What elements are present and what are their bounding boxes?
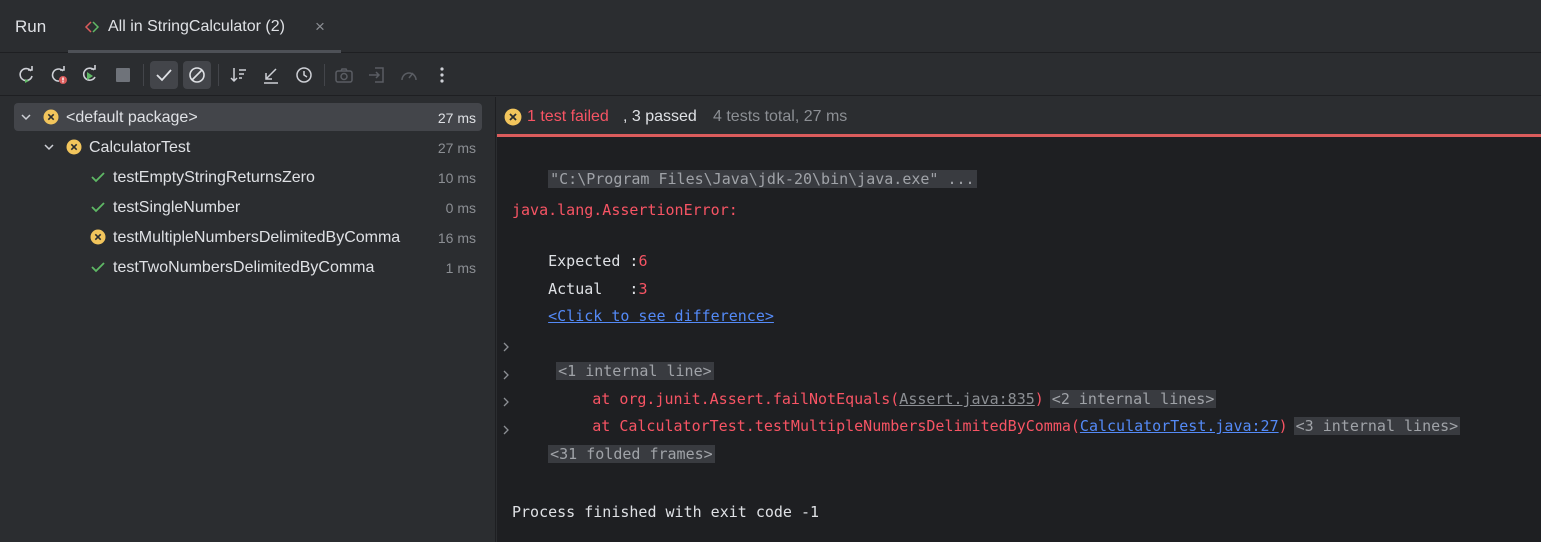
test-tree: <default package> 27 ms CalculatorTest 2…: [0, 97, 496, 542]
command-line[interactable]: "C:\Program Files\Java\jdk-20\bin\java.e…: [512, 143, 977, 188]
actual-line: Actual :3: [512, 253, 647, 298]
stack-text-suffix: ): [1278, 417, 1288, 435]
chevron-down-icon[interactable]: [42, 140, 56, 154]
chevron-down-icon[interactable]: [19, 110, 33, 124]
click-to-see-difference-link[interactable]: <Click to see difference>: [548, 307, 774, 325]
failed-icon: [66, 139, 82, 155]
check-icon: [91, 262, 105, 273]
more-icon[interactable]: [428, 61, 456, 89]
failed-count: 1 test failed: [527, 108, 609, 125]
diff-line: <Click to see difference>: [512, 280, 774, 325]
chevron-right-icon[interactable]: [501, 418, 511, 442]
stack-frame-2: at CalculatorTest.testMultipleNumbersDel…: [520, 390, 1461, 435]
folded-text[interactable]: <3 internal lines>: [1293, 417, 1461, 435]
check-icon: [91, 172, 105, 183]
show-passed-icon[interactable]: [150, 61, 178, 89]
history-icon[interactable]: [290, 61, 318, 89]
expected-line: Expected :6: [512, 225, 647, 270]
exit-code-line: Process finished with exit code -1: [512, 503, 820, 521]
sort-icon[interactable]: [225, 61, 253, 89]
toggle-auto-test-icon[interactable]: [76, 61, 104, 89]
duration: 27 ms: [437, 110, 476, 126]
tab-title: All in StringCalculator (2): [108, 18, 285, 35]
internal-line-1[interactable]: <1 internal line>: [520, 335, 714, 380]
stop-icon[interactable]: [109, 61, 137, 89]
chevron-right-icon[interactable]: [501, 335, 511, 359]
close-icon[interactable]: ×: [315, 17, 325, 37]
check-icon: [91, 202, 105, 213]
duration: 1 ms: [445, 260, 476, 276]
test-run-icon: [84, 21, 100, 33]
tab-all-in-stringcalculator[interactable]: All in StringCalculator (2) ×: [68, 0, 341, 53]
total-summary: 4 tests total, 27 ms: [713, 108, 848, 125]
tree-item-label: testSingleNumber: [113, 199, 241, 216]
console-output[interactable]: 1 test failed , 3 passed 4 tests total, …: [497, 97, 1541, 542]
show-ignored-icon[interactable]: [183, 61, 211, 89]
chevron-right-icon[interactable]: [501, 390, 511, 414]
failed-icon: [90, 229, 106, 245]
tree-item-label: testMultipleNumbersDelimitedByComma: [113, 229, 401, 246]
rerun-failed-icon[interactable]: [44, 61, 72, 89]
tree-item-test[interactable]: testSingleNumber 0 ms: [14, 193, 482, 221]
command-text[interactable]: "C:\Program Files\Java\jdk-20\bin\java.e…: [548, 170, 977, 188]
tree-item-label: testTwoNumbersDelimitedByComma: [113, 259, 375, 276]
tree-item-label: CalculatorTest: [89, 139, 191, 156]
tree-item-test[interactable]: testTwoNumbersDelimitedByComma 1 ms: [14, 253, 482, 281]
import-icon[interactable]: [363, 61, 391, 89]
passed-count: , 3 passed: [623, 108, 697, 125]
tree-item-test[interactable]: testMultipleNumbersDelimitedByComma 16 m…: [14, 223, 482, 251]
tree-item-default-package[interactable]: <default package> 27 ms: [14, 103, 482, 131]
calculatortest-java-link[interactable]: CalculatorTest.java:27: [1080, 417, 1279, 435]
duration: 10 ms: [437, 170, 476, 186]
folded-frames[interactable]: <31 folded frames>: [512, 418, 715, 463]
tab-underline: [68, 50, 341, 53]
tree-item-label: <default package>: [66, 109, 198, 126]
failed-icon: [43, 109, 59, 125]
toolbar: [0, 54, 1541, 96]
duration: 16 ms: [437, 230, 476, 246]
duration: 0 ms: [445, 200, 476, 216]
screenshot-icon[interactable]: [330, 61, 358, 89]
error-line: java.lang.AssertionError:: [512, 201, 738, 219]
collapse-icon[interactable]: [257, 61, 285, 89]
run-label[interactable]: Run: [15, 17, 46, 37]
test-summary-bar: 1 test failed , 3 passed 4 tests total, …: [497, 97, 1541, 137]
rerun-icon[interactable]: [12, 61, 40, 89]
chevron-right-icon[interactable]: [501, 363, 511, 387]
stack-frame-1: at org.junit.Assert.failNotEquals(Assert…: [520, 363, 1217, 408]
failed-icon: [504, 108, 522, 126]
tree-item-label: testEmptyStringReturnsZero: [113, 169, 315, 186]
tree-item-calculatortest[interactable]: CalculatorTest 27 ms: [14, 133, 482, 161]
coverage-icon[interactable]: [395, 61, 423, 89]
tree-item-test[interactable]: testEmptyStringReturnsZero 10 ms: [14, 163, 482, 191]
tool-window-header: Run All in StringCalculator (2) ×: [0, 0, 1541, 53]
folded-text[interactable]: <31 folded frames>: [548, 445, 715, 463]
duration: 27 ms: [437, 140, 476, 156]
